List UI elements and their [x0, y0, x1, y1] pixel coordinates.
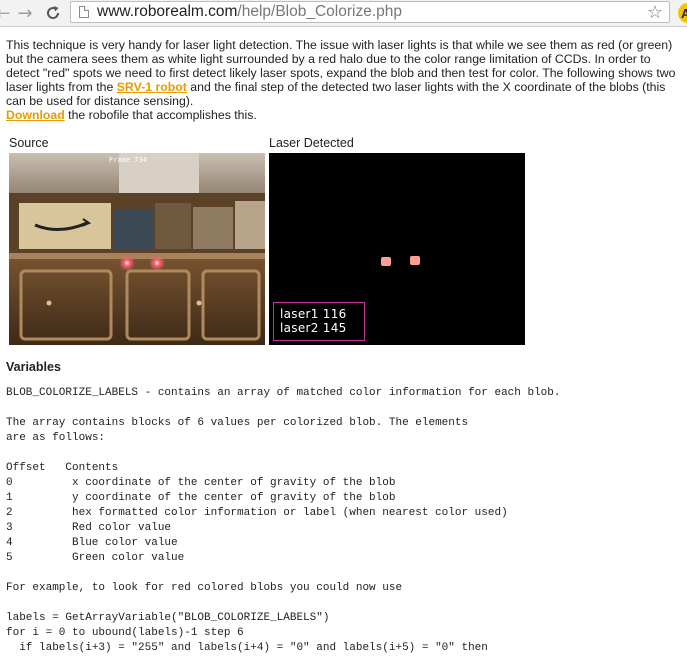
laser-detected-image: laser1 116 laser2 145 — [269, 153, 525, 345]
offset-value: 3 — [6, 522, 13, 534]
code-line-2: for i = 0 to ubound(labels)-1 step 6 — [6, 627, 244, 639]
laser2-label: laser2 145 — [280, 321, 347, 335]
extension-icon[interactable]: A — [678, 3, 687, 23]
address-bar[interactable]: www.roborealm.com/help/Blob_Colorize.php… — [70, 1, 670, 23]
frame-counter-overlay: Frame 734 — [109, 156, 147, 164]
variables-heading: Variables — [6, 360, 61, 374]
example-intro: For example, to look for red colored blo… — [6, 582, 403, 594]
array-description-2: are as follows: — [6, 432, 106, 444]
offset-row: 3 Red color value — [6, 521, 171, 536]
source-image: Frame 734 — [9, 153, 265, 345]
code-line-3: if labels(i+3) = "255" and labels(i+4) =… — [6, 642, 488, 654]
laser1-label: laser1 116 — [280, 307, 347, 321]
laser-detected-caption: Laser Detected — [269, 136, 354, 150]
reload-icon[interactable] — [42, 2, 64, 24]
offset-row: 5 Green color value — [6, 551, 184, 566]
offset-value: 4 — [6, 537, 13, 549]
url-host: www.roborealm.com — [97, 3, 238, 20]
laser-blob-1 — [381, 257, 391, 266]
page-icon — [79, 6, 89, 18]
bookmark-star-icon[interactable]: ☆ — [647, 2, 663, 23]
browser-toolbar: ← → www.roborealm.com/help/Blob_Colorize… — [0, 0, 687, 27]
offset-value: 1 — [6, 492, 13, 504]
offset-value: 0 — [6, 477, 13, 489]
offset-row: 0 x coordinate of the center of gravity o… — [6, 476, 395, 491]
array-description-1: The array contains blocks of 6 values pe… — [6, 417, 469, 429]
offset-content: Blue color value — [72, 537, 178, 549]
laser-label-box: laser1 116 laser2 145 — [273, 302, 365, 341]
cardboard-box — [19, 203, 111, 249]
source-caption: Source — [9, 136, 49, 150]
variable-description: BLOB_COLORIZE_LABELS - contains an array… — [6, 387, 561, 399]
intro-paragraph: This technique is very handy for laser l… — [6, 38, 686, 122]
offset-row: 1 y coordinate of the center of gravity o… — [6, 491, 395, 506]
intro-text-3: the robofile that accomplishes this. — [64, 108, 257, 122]
url-path: /help/Blob_Colorize.php — [237, 3, 402, 20]
offset-value: 2 — [6, 507, 13, 519]
offset-value: 5 — [6, 552, 13, 564]
offset-content: Red color value — [72, 522, 172, 534]
download-link[interactable]: Download — [6, 108, 65, 122]
offset-row: 2 hex formatted color information or labe… — [6, 506, 508, 521]
forward-arrow-icon[interactable]: → — [14, 2, 36, 24]
offset-row: 4 Blue color value — [6, 536, 178, 551]
url-text: www.roborealm.com/help/Blob_Colorize.php — [97, 3, 402, 21]
offset-content: y coordinate of the center of gravity of… — [72, 492, 396, 504]
source-scene-svg — [9, 153, 265, 345]
code-line-1: labels = GetArrayVariable("BLOB_COLORIZE… — [6, 612, 330, 624]
offset-content: hex formatted color information or label… — [72, 507, 508, 519]
srv1-robot-link[interactable]: SRV-1 robot — [117, 80, 187, 94]
offset-content: x coordinate of the center of gravity of… — [72, 477, 396, 489]
back-arrow-icon[interactable]: ← — [0, 2, 14, 24]
laser-blob-2 — [410, 256, 420, 265]
offset-content: Green color value — [72, 552, 185, 564]
offset-table-header: Offset Contents — [6, 462, 119, 474]
reload-icon-svg — [47, 6, 60, 19]
